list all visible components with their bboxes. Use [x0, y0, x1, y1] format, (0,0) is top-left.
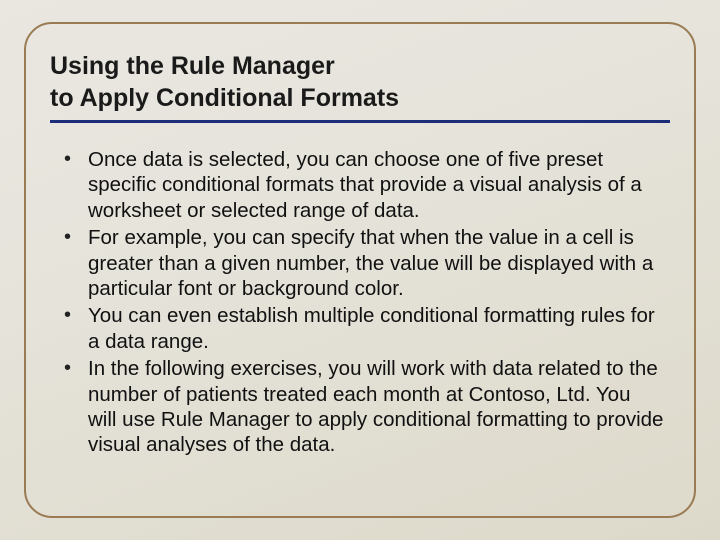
bullet-list: Once data is selected, you can choose on… [50, 147, 670, 458]
list-item: In the following exercises, you will wor… [56, 356, 664, 458]
bullet-text: Once data is selected, you can choose on… [88, 148, 642, 222]
bullet-text: You can even establish multiple conditio… [88, 304, 655, 352]
list-item: You can even establish multiple conditio… [56, 303, 664, 354]
bullet-text: In the following exercises, you will wor… [88, 357, 663, 456]
list-item: Once data is selected, you can choose on… [56, 147, 664, 223]
title-underline [50, 120, 670, 123]
title-line-2: to Apply Conditional Formats [50, 84, 399, 112]
slide-frame: Using the Rule Manager to Apply Conditio… [24, 22, 696, 518]
list-item: For example, you can specify that when t… [56, 225, 664, 301]
slide-title: Using the Rule Manager to Apply Conditio… [50, 50, 670, 114]
bullet-text: For example, you can specify that when t… [88, 226, 653, 300]
title-line-1: Using the Rule Manager [50, 52, 335, 80]
